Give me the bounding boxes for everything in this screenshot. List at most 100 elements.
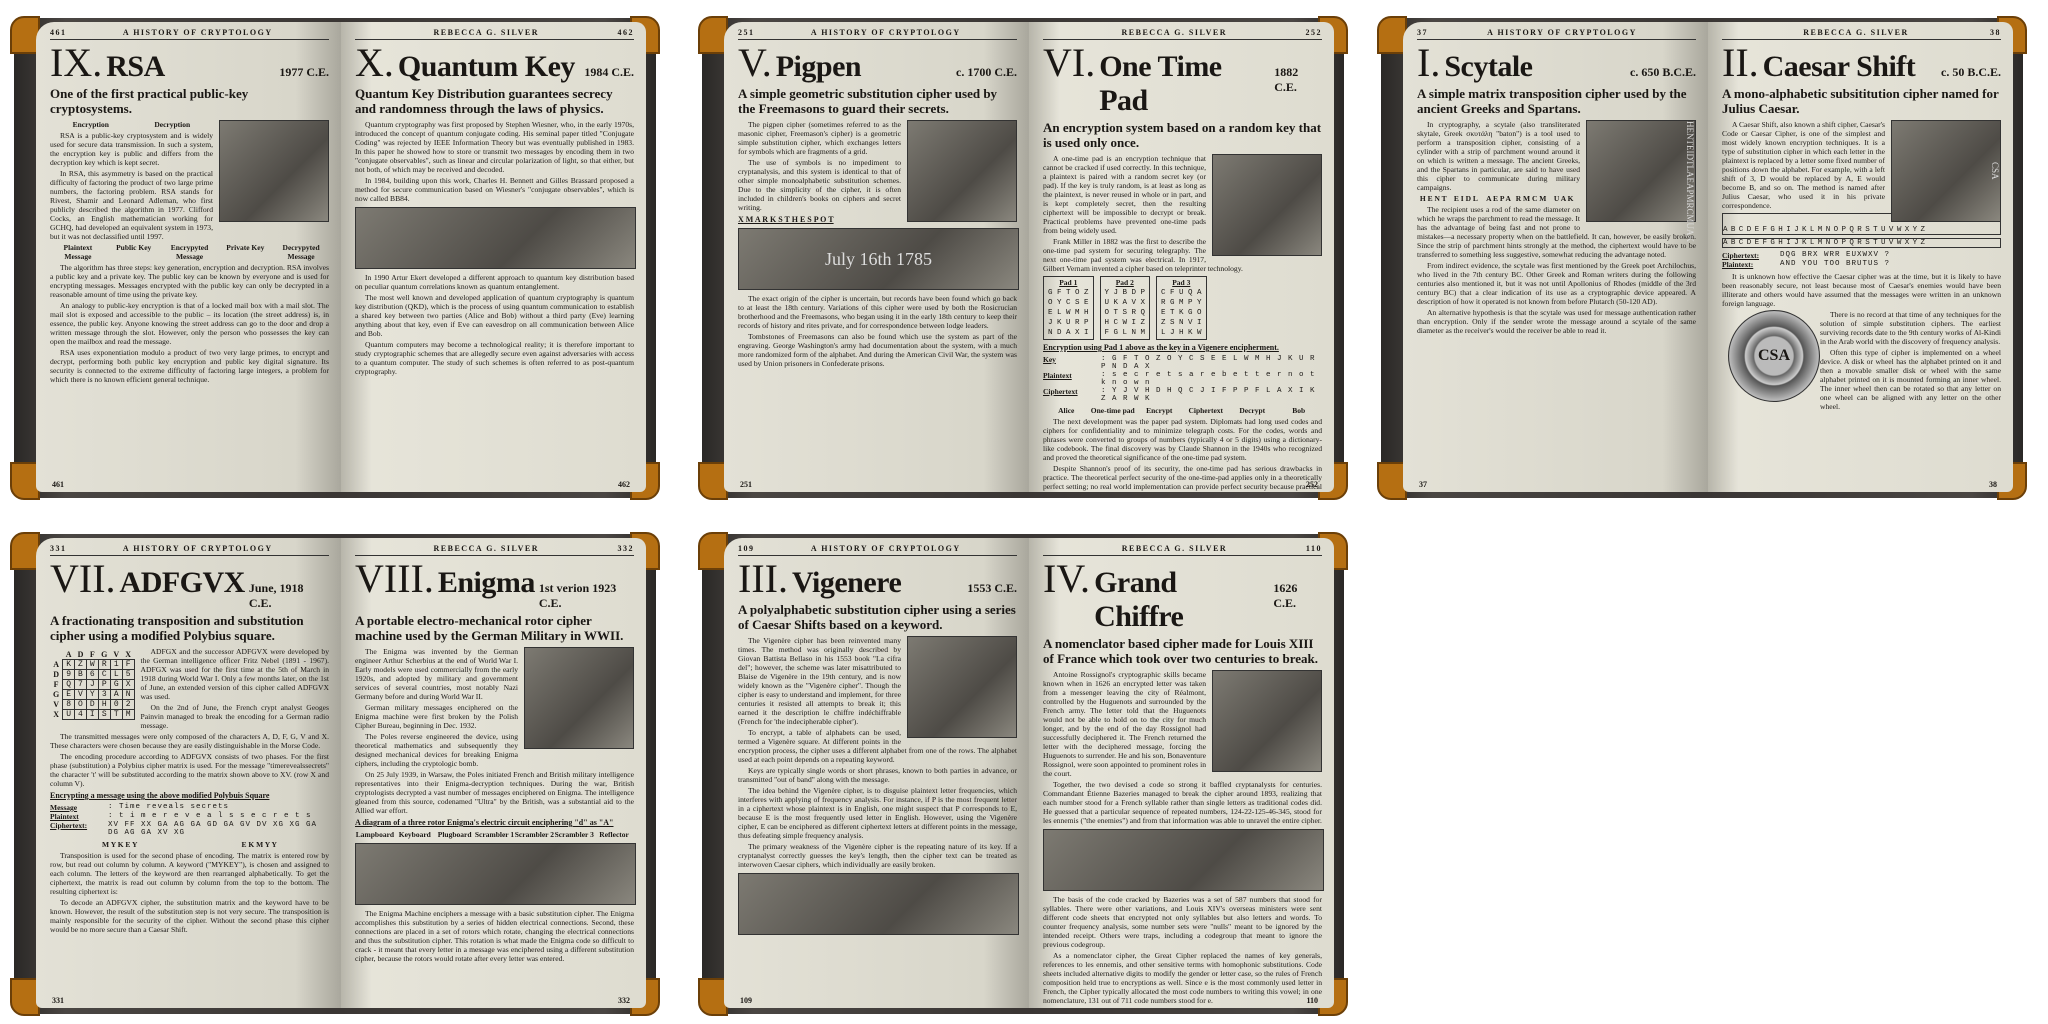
illustration-wide	[1043, 829, 1324, 891]
body-text: The algorithm has three steps: key gener…	[50, 263, 329, 384]
diagram-label: Encrypt	[1146, 406, 1173, 415]
line-value: XV FF XX GA AG GA GD GA GV DV XG XG GA D…	[108, 821, 318, 837]
header-text: A HISTORY OF CRYPTOLOGY	[810, 544, 961, 553]
paragraph: Quantum cryptography was first proposed …	[355, 120, 634, 174]
diagram-label: A E P A	[1486, 194, 1511, 203]
right-page: REBECCA G. SILVER 38 II. Caesar Shift c. 50 …	[1708, 22, 2013, 492]
diagram-title: Decryption	[154, 120, 191, 129]
grid-row: XU4ISTM	[50, 709, 135, 720]
row-header: V	[53, 700, 59, 709]
pad-row: E L W M H	[1048, 309, 1089, 317]
diagram-label: Plaintext Message	[63, 243, 93, 261]
pad-row: O Y C S E	[1048, 299, 1089, 307]
chapter-subtitle: A nomenclator based cipher made for Loui…	[1043, 636, 1319, 666]
chapter-subtitle: One of the first practical public-key cr…	[50, 86, 249, 116]
figure-caption: Encrypting a message using the above mod…	[50, 791, 270, 800]
footer-page-number: 109	[740, 996, 752, 1005]
running-header: REBECCA G. SILVER 462	[355, 28, 634, 40]
grid-row: FQ7JPGX	[50, 679, 135, 690]
one-time-pad: Pad 1 G F T O Z O Y C S E E L W M H J K U R …	[1043, 276, 1094, 340]
chapter-name: Scytale	[1444, 50, 1533, 83]
illustration-wide: July 16th 1785	[738, 228, 1019, 290]
chapter-title: X. Quantum Key 1984 C.E.	[355, 43, 634, 84]
pad-row: H C W I Z	[1104, 319, 1146, 327]
header-text: REBECCA G. SILVER	[1803, 28, 1909, 37]
body-text: The Enigma Machine enciphers a message w…	[355, 909, 634, 963]
body-text: In 1990 Artur Ekert developed a differen…	[355, 273, 634, 376]
grid-cell: S	[97, 709, 111, 720]
chapter-numeral: IX.	[50, 40, 103, 85]
diagram-label: Decrypyted Message	[282, 243, 320, 261]
illustration	[1212, 670, 1322, 772]
paragraph: In 1984, building upon this work, Charle…	[355, 176, 634, 203]
diagram-labels: Alice One-time pad Encrypt Ciphertext Decryp…	[1043, 406, 1322, 415]
keyword-label: E K M Y Y	[241, 840, 277, 849]
paragraph: Together, the two devised a code so stro…	[1043, 780, 1322, 825]
chapter-date: June, 1918 C.E.	[248, 581, 304, 610]
page-number: 251	[738, 28, 755, 37]
chapter-date: 1984 C.E.	[584, 65, 634, 79]
grid-cell: Q	[62, 679, 76, 690]
chapter-title: IV. Grand Chiffre 1626 C.E.	[1043, 559, 1322, 634]
paragraph: To decode an ADFGVX cipher, the substitu…	[50, 898, 329, 934]
body-text: The recipient uses a rod of the same dia…	[1417, 205, 1696, 335]
cipher-line: Plaintext: s e c r e t s a r e b e t t e…	[1043, 371, 1322, 387]
right-page: REBECCA G. SILVER 252 VI. One Time Pad 1882 …	[1029, 22, 1334, 492]
grid-cell: L	[109, 669, 123, 680]
book: 331 A HISTORY OF CRYPTOLOGY VII. ADFGVX June…	[0, 520, 670, 1020]
footer-page-number: 38	[1989, 480, 1997, 489]
illustration: CSA	[1891, 120, 2001, 222]
diagram-label: E I D L	[1453, 194, 1478, 203]
diagram-title: Encryption	[72, 120, 109, 129]
diagram-label: Scrambler 1	[474, 830, 515, 839]
running-header: 331 A HISTORY OF CRYPTOLOGY	[50, 544, 329, 556]
chapter-numeral: III.	[738, 556, 788, 601]
grid-cell: 1	[109, 659, 123, 670]
grid-cell: 0	[109, 699, 123, 710]
grid-row: GEVY3AN	[50, 689, 135, 700]
grid-cell: T	[109, 709, 123, 720]
body-text: Transposition is used for the second pha…	[50, 851, 329, 934]
illustration-text: July 16th 1785	[824, 249, 932, 269]
grid-cell: 3	[97, 689, 111, 700]
diagram-label: U A K	[1553, 194, 1574, 203]
page-number: 461	[50, 28, 67, 37]
footer-page-number: 37	[1419, 480, 1427, 489]
column-header: F	[89, 650, 95, 659]
line-label: Key	[1043, 355, 1056, 364]
right-page: REBECCA G. SILVER 332 VIII. Enigma 1st verio…	[341, 538, 646, 1008]
pad-title: Pad 1	[1059, 278, 1078, 287]
paragraph: The exact origin of the cipher is uncert…	[738, 294, 1017, 330]
row-header: A	[53, 660, 59, 669]
paragraph: Transposition is used for the second pha…	[50, 851, 329, 896]
illustration	[219, 120, 329, 222]
chapter-name: Pigpen	[775, 50, 862, 83]
cipher-line: Ciphertext: XV FF XX GA AG GA GD GA GV DV…	[50, 821, 329, 837]
paragraph: Despite Shannon's proof of its security,…	[1043, 464, 1322, 492]
grid-cell: 7	[74, 679, 87, 690]
diagram-label: Ciphertext	[1188, 406, 1224, 415]
chapter-numeral: II.	[1722, 40, 1759, 85]
diagram-label: Keyboard	[398, 830, 431, 839]
grid-cell: H	[97, 699, 111, 710]
row-header: D	[53, 670, 59, 679]
grid-cell: V	[74, 689, 87, 700]
footer-page-number: 331	[52, 996, 64, 1005]
diagram-label: Scrambler 2	[514, 830, 554, 839]
header-text: REBECCA G. SILVER	[433, 28, 539, 37]
one-time-pad: Pad 2 Y J B D P U K A V X O T S R Q H C W I …	[1099, 276, 1151, 340]
left-page: 251 A HISTORY OF CRYPTOLOGY V. Pigpen c. 170…	[724, 22, 1029, 492]
pad-title: Pad 3	[1172, 278, 1191, 287]
chapter-title: II. Caesar Shift c. 50 B.C.E.	[1722, 40, 2001, 85]
chapter-name: One Time Pad	[1099, 50, 1222, 117]
polybius-square: ADFGVXAKZWR1FD9B6CL5FQ7JPGXGEVY3ANV8ODH0…	[50, 650, 135, 720]
diagram-label: Lampboard	[355, 830, 395, 839]
line-value: : Y J V H D H Q C J I F P P F L A X I K …	[1101, 387, 1316, 403]
grid-row: V8ODH02	[50, 699, 135, 710]
footer-page-number: 461	[52, 480, 64, 489]
paragraph: From indirect evidence, the scytale was …	[1417, 261, 1696, 306]
chapter-name: Enigma	[437, 566, 536, 599]
grid-cell: B	[74, 669, 87, 680]
footer-page-number: 462	[618, 480, 630, 489]
chapter-date: 1st verion 1923 C.E.	[538, 581, 617, 610]
